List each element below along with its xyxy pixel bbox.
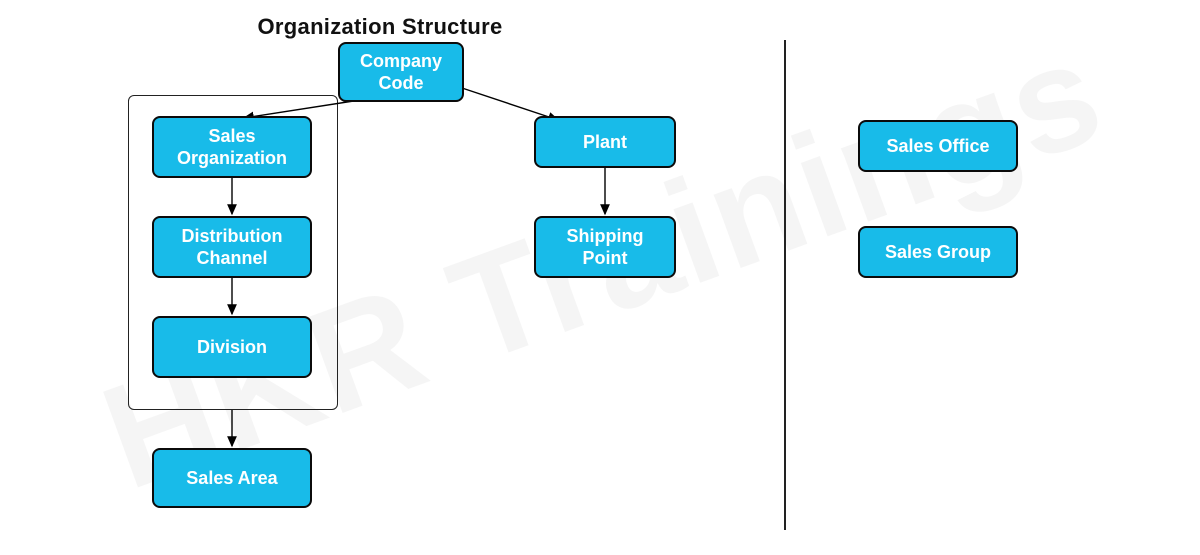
node-division: Division: [152, 316, 312, 378]
node-company-code: Company Code: [338, 42, 464, 102]
node-distribution-channel: Distribution Channel: [152, 216, 312, 278]
node-sales-group: Sales Group: [858, 226, 1018, 278]
node-sales-office: Sales Office: [858, 120, 1018, 172]
diagram-title: Organization Structure: [0, 14, 760, 40]
node-plant: Plant: [534, 116, 676, 168]
node-sales-organization: Sales Organization: [152, 116, 312, 178]
node-sales-area: Sales Area: [152, 448, 312, 508]
section-divider: [784, 40, 786, 530]
node-shipping-point: Shipping Point: [534, 216, 676, 278]
